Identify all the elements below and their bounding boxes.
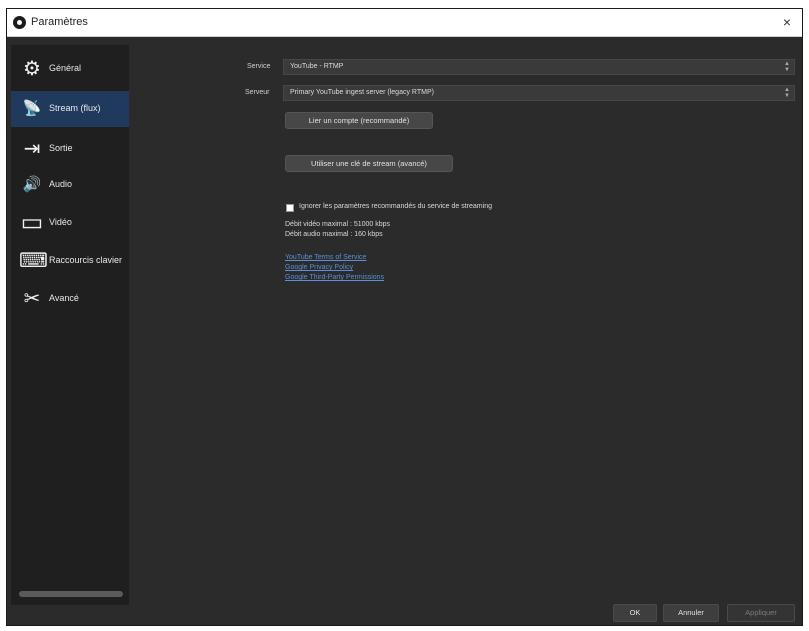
spin-arrows-icon: ▲ ▼ (784, 61, 790, 73)
service-select[interactable]: YouTube - RTMP ▲ ▼ (283, 59, 795, 75)
server-value: Primary YouTube ingest server (legacy RT… (290, 89, 434, 96)
tools-icon: ✂ (23, 288, 41, 310)
apply-button[interactable]: Appliquer (727, 604, 795, 622)
google-privacy-link[interactable]: Google Privacy Policy (285, 264, 353, 271)
spin-arrows-icon: ▲ ▼ (784, 87, 790, 99)
server-label: Serveur (245, 89, 270, 96)
ok-button[interactable]: OK (613, 604, 657, 622)
max-audio-bitrate: Débit audio maximal : 160 kbps (285, 231, 383, 238)
sidebar-item-stream[interactable]: 📡 Stream (flux) (11, 91, 129, 127)
sidebar-item-label: Raccourcis clavier (49, 255, 123, 265)
keyboard-icon: ⌨ (19, 250, 48, 272)
sidebar-item-label: Avancé (49, 293, 79, 303)
cancel-button[interactable]: Annuler (663, 604, 719, 622)
use-stream-key-button[interactable]: Utiliser une clé de stream (avancé) (285, 155, 453, 172)
youtube-terms-link[interactable]: YouTube Terms of Service (285, 254, 366, 261)
ignore-recommended-checkbox[interactable] (286, 204, 294, 212)
speaker-icon: 🔊 (22, 176, 42, 193)
sidebar-scrollbar[interactable] (19, 591, 123, 597)
sidebar-item-audio[interactable]: 🔊 Audio (11, 167, 129, 203)
sidebar-item-output[interactable]: ⇥ Sortie (11, 131, 129, 167)
server-select[interactable]: Primary YouTube ingest server (legacy RT… (283, 85, 795, 101)
settings-sidebar: ⚙ Général 📡 Stream (flux) ⇥ Sortie 🔊 Aud… (11, 45, 129, 605)
link-account-button[interactable]: Lier un compte (recommandé) (285, 112, 433, 129)
service-label: Service (247, 63, 271, 70)
output-icon: ⇥ (23, 138, 41, 160)
sidebar-item-hotkeys[interactable]: ⌨ Raccourcis clavier (11, 243, 129, 279)
sidebar-item-label: Général (49, 63, 82, 73)
sidebar-item-label: Vidéo (49, 217, 72, 227)
sidebar-item-label: Stream (flux) (49, 103, 101, 113)
sidebar-item-general[interactable]: ⚙ Général (11, 51, 129, 87)
service-value: YouTube - RTMP (290, 63, 344, 70)
settings-window: Paramètres × ⚙ Général 📡 Stream (flux) ⇥… (6, 8, 803, 626)
sidebar-item-label: Sortie (49, 143, 73, 153)
max-video-bitrate: Débit vidéo maximal : 51000 kbps (285, 221, 391, 228)
monitor-icon: ▭ (20, 209, 44, 236)
window-title: Paramètres (31, 16, 88, 28)
ignore-recommended-label: Ignorer les paramètres recommandés du se… (299, 203, 492, 210)
sidebar-item-advanced[interactable]: ✂ Avancé (11, 281, 129, 317)
google-third-party-link[interactable]: Google Third-Party Permissions (285, 274, 384, 281)
sidebar-item-video[interactable]: ▭ Vidéo (11, 205, 129, 241)
obs-logo-icon (13, 16, 26, 29)
broadcast-icon: 📡 (22, 100, 42, 117)
gear-icon: ⚙ (23, 58, 41, 80)
sidebar-item-label: Audio (49, 179, 73, 189)
close-button[interactable]: × (778, 13, 796, 31)
title-bar: Paramètres × (7, 9, 802, 37)
